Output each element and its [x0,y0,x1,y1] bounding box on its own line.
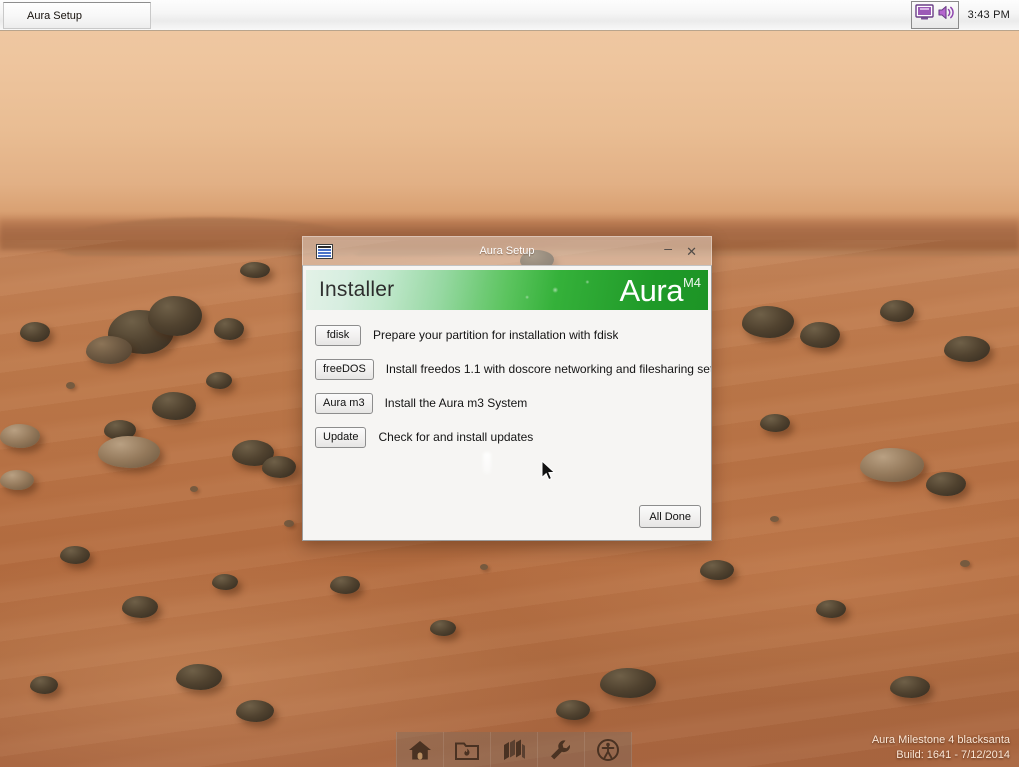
watermark-line-2: Build: 1641 - 7/12/2014 [896,749,1010,761]
wallpaper-pebble [190,486,198,492]
taskbar-task-label: Aura Setup [27,9,83,22]
wallpaper-pebble [770,516,779,522]
wallpaper-rock [926,472,966,496]
display-icon[interactable] [914,4,935,26]
installer-option-row: Aura m3 Install the Aura m3 System [315,392,711,414]
aura-logo-superscript: M4 [682,274,701,290]
update-button[interactable]: Update [315,426,367,448]
wallpaper-pebble [480,564,488,570]
wallpaper-rock [152,392,196,420]
installer-option-row: fdisk Prepare your partition for install… [315,324,711,346]
wallpaper-rock [176,664,222,690]
window-titlebar[interactable]: Aura Setup – ✕ [302,236,712,265]
tray-clock[interactable]: 3:43 PM [968,9,1010,21]
wallpaper-rock [700,560,734,580]
wrench-icon [548,738,574,762]
wallpaper-rock [206,372,232,389]
desktop-screen: Aura Setup 3:43 PM Aura Setup – ✕ Instal… [0,0,1019,767]
wallpaper-rock [0,470,34,490]
installer-options: fdisk Prepare your partition for install… [303,310,711,448]
wallpaper-pebble [284,520,294,527]
dock-item-tools[interactable] [538,732,585,767]
close-button[interactable]: ✕ [686,245,697,258]
wallpaper-rock [262,456,296,478]
window-list-icon [316,243,333,259]
tray-icon-group[interactable] [910,1,959,29]
aura-logo-text: Aura [619,272,683,308]
wallpaper-rock [600,668,656,698]
installer-option-row: freeDOS Install freedos 1.1 with doscore… [315,358,711,380]
wallpaper-rock [860,448,924,482]
accessibility-icon [595,738,621,762]
wallpaper-rock [30,676,58,694]
wallpaper-rock [240,262,270,278]
system-tray: 3:43 PM [910,0,1019,30]
dock-item-packages[interactable] [491,732,538,767]
window-title: Aura Setup [479,245,535,257]
aura-m3-description: Install the Aura m3 System [384,396,528,410]
wallpaper-rock [800,322,840,348]
wallpaper-rock [0,424,40,448]
banner-heading: Installer [319,278,395,301]
wallpaper-rock [816,600,846,618]
taskbar-task-aura-setup[interactable]: Aura Setup [3,2,151,29]
freedos-description: Install freedos 1.1 with doscore network… [385,362,711,376]
wallpaper-rock [122,596,158,618]
dock-item-burn-folder[interactable] [444,732,491,767]
wallpaper-rock [330,576,360,594]
wallpaper-rock [86,336,132,364]
all-done-button[interactable]: All Done [639,505,701,528]
desktop-watermark: Aura Milestone 4 blacksanta Build: 1641 … [872,733,1010,763]
wallpaper-rock [760,414,790,432]
wallpaper-rock [890,676,930,698]
aura-m3-button[interactable]: Aura m3 [315,392,373,414]
freedos-button[interactable]: freeDOS [315,358,374,380]
wallpaper-rock [880,300,914,322]
volume-icon[interactable] [937,4,955,26]
wallpaper-rock [944,336,990,362]
fdisk-button[interactable]: fdisk [315,324,361,346]
update-description: Check for and install updates [378,430,534,444]
packages-icon [501,738,527,762]
wallpaper-rock [60,546,90,564]
installer-banner: Installer Aura M4 [306,270,708,310]
taskbar: Aura Setup 3:43 PM [0,0,1019,31]
aura-logo: Aura M4 [619,275,701,306]
installer-option-row: Update Check for and install updates [315,426,711,448]
watermark-line-1: Aura Milestone 4 blacksanta [871,734,1010,746]
minimize-button[interactable]: – [664,241,672,255]
aura-setup-window: Aura Setup – ✕ Installer Aura M4 fdisk P… [302,236,712,541]
dock-item-home[interactable] [396,732,444,767]
fdisk-description: Prepare your partition for installation … [373,328,619,342]
wallpaper-rock [98,436,160,468]
text-caret [483,452,491,474]
dock-item-accessibility[interactable] [585,732,632,767]
home-icon [407,738,433,762]
wallpaper-rock [20,322,50,342]
wallpaper-pebble [66,382,75,389]
window-controls: – ✕ [664,241,711,258]
folder-fire-icon [454,738,480,762]
wallpaper-rock [430,620,456,636]
window-body: Installer Aura M4 fdisk Prepare your par… [302,265,712,541]
wallpaper-pebble [960,560,970,567]
wallpaper-rock [556,700,590,720]
wallpaper-rock [742,306,794,338]
wallpaper-rock [212,574,238,590]
wallpaper-rock [214,318,244,340]
dock [396,732,632,767]
wallpaper-rock [148,296,202,336]
wallpaper-rock [236,700,274,722]
